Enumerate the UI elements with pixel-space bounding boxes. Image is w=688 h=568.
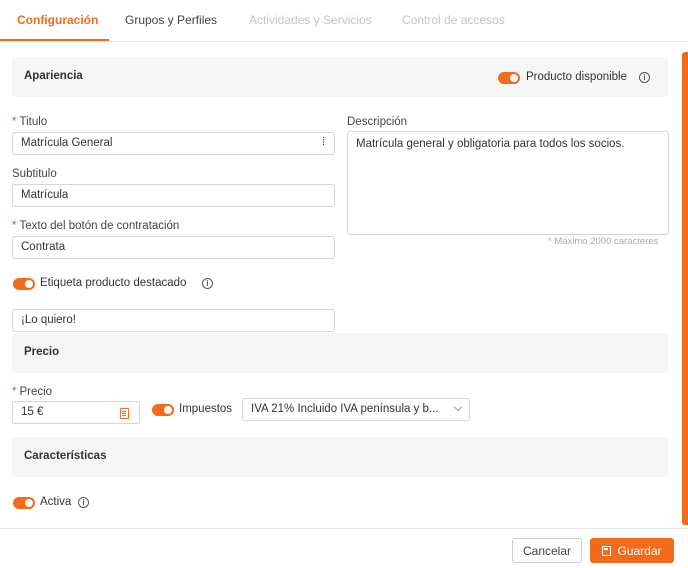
tab-actividades-servicios[interactable]: Actividades y Servicios	[249, 13, 372, 27]
producto-disponible-toggle[interactable]	[498, 72, 520, 84]
producto-disponible-label: Producto disponible	[526, 71, 628, 83]
impuestos-label: Impuestos	[179, 403, 233, 415]
titulo-label-text: Titulo	[19, 116, 48, 128]
producto-destacado-input[interactable]: ¡Lo quiero!	[12, 309, 335, 332]
precio-label-text: Precio	[19, 386, 53, 398]
boton-contratacion-label: * Texto del botón de contratación	[12, 220, 179, 232]
descripcion-value: Matrícula general y obligatoria para tod…	[356, 138, 625, 150]
subtitulo-value: Matrícula	[21, 189, 69, 201]
producto-destacado-value: ¡Lo quiero!	[21, 314, 76, 326]
descripcion-textarea[interactable]: Matrícula general y obligatoria para tod…	[347, 131, 669, 235]
boton-contratacion-input[interactable]: Contrata	[12, 236, 335, 259]
precio-value: 15 €	[21, 406, 44, 418]
descripcion-label: Descripción	[347, 116, 408, 128]
variable-icon[interactable]: ⁞	[322, 136, 325, 148]
info-icon[interactable]: i	[202, 278, 213, 289]
footer: Cancelar Guardar	[0, 528, 688, 568]
section-apariencia: Apariencia Producto disponible i	[12, 57, 668, 97]
titulo-label: * Titulo	[12, 116, 47, 128]
section-caracteristicas: Características	[12, 437, 668, 477]
activa-toggle[interactable]	[13, 497, 35, 509]
info-icon[interactable]: i	[78, 497, 89, 508]
descripcion-hint: * Máximo 2000 caracteres	[548, 236, 659, 247]
activa-label: Activa	[40, 496, 72, 508]
chevron-down-icon	[453, 402, 463, 412]
tab-bar: Configuración Grupos y Perfiles Activida…	[0, 0, 688, 42]
producto-destacado-toggle[interactable]	[13, 278, 35, 290]
info-icon[interactable]: i	[639, 72, 650, 83]
subtitulo-input[interactable]: Matrícula	[12, 184, 335, 207]
boton-contratacion-value: Contrata	[21, 241, 66, 253]
titulo-value: Matrícula General	[21, 137, 113, 149]
section-title-apariencia: Apariencia	[24, 70, 83, 82]
required-mark: *	[12, 116, 17, 128]
tab-configuracion[interactable]: Configuración	[17, 13, 98, 27]
section-title-precio: Precio	[24, 346, 60, 358]
impuestos-select[interactable]: IVA 21% Incluido IVA península y b...	[242, 398, 470, 421]
tab-grupos-perfiles[interactable]: Grupos y Perfiles	[125, 13, 217, 27]
active-tab-indicator	[0, 39, 109, 41]
document-icon	[120, 408, 129, 419]
section-title-caracteristicas: Características	[24, 450, 107, 462]
cancel-button[interactable]: Cancelar	[512, 538, 582, 563]
precio-input[interactable]: 15 €	[12, 401, 111, 424]
impuestos-value: IVA 21% Incluido IVA península y b...	[251, 403, 439, 415]
precio-copy-button[interactable]	[110, 401, 140, 424]
subtitulo-label: Subtitulo	[12, 168, 57, 180]
producto-destacado-label: Etiqueta producto destacado	[40, 277, 187, 289]
tab-control-accesos[interactable]: Control de accesos	[402, 13, 505, 27]
cancel-button-label: Cancelar	[522, 544, 572, 558]
section-precio: Precio	[12, 333, 668, 373]
save-icon	[602, 546, 612, 556]
impuestos-toggle[interactable]	[152, 404, 174, 416]
save-button-label: Guardar	[617, 544, 662, 558]
titulo-input[interactable]: Matrícula General	[12, 132, 335, 155]
scrollbar-thumb[interactable]	[682, 52, 688, 525]
save-button[interactable]: Guardar	[590, 538, 674, 563]
precio-label: * Precio	[12, 386, 52, 398]
boton-contratacion-label-text: Texto del botón de contratación	[19, 220, 180, 232]
required-mark: *	[12, 220, 17, 232]
required-mark: *	[12, 386, 17, 398]
